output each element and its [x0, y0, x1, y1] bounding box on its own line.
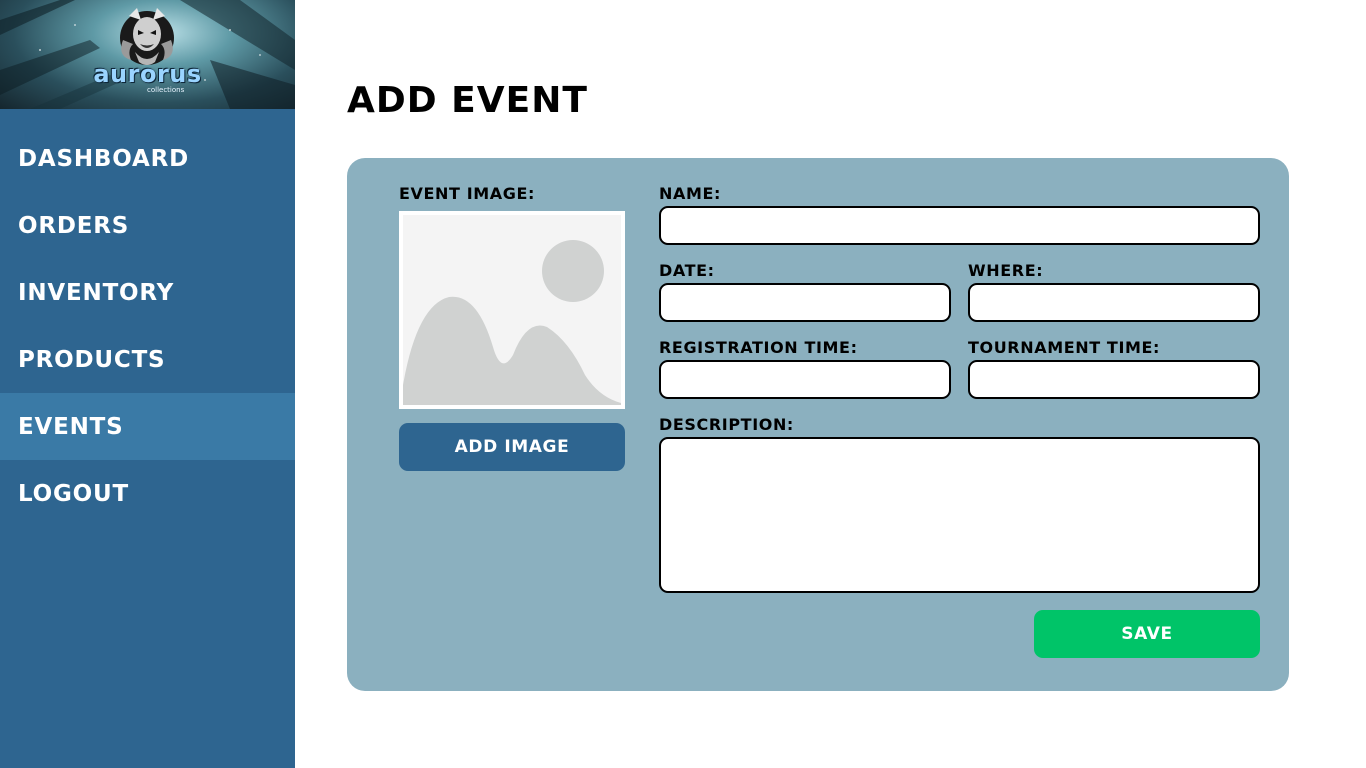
tournament-time-field[interactable] — [968, 360, 1260, 399]
sidebar-item-products[interactable]: PRODUCTS — [0, 326, 295, 393]
sidebar-item-orders[interactable]: ORDERS — [0, 192, 295, 259]
sidebar-item-events[interactable]: EVENTS — [0, 393, 295, 460]
sidebar: aurorus collections DASHBOARD ORDERS INV… — [0, 0, 295, 768]
where-label: WHERE: — [968, 261, 1044, 280]
event-image-label: EVENT IMAGE: — [399, 184, 536, 203]
sidebar-item-inventory[interactable]: INVENTORY — [0, 259, 295, 326]
registration-time-field[interactable] — [659, 360, 951, 399]
brand-logo[interactable]: aurorus collections — [0, 0, 295, 109]
add-image-button[interactable]: ADD IMAGE — [399, 423, 625, 471]
description-label: DESCRIPTION: — [659, 415, 794, 434]
date-label: DATE: — [659, 261, 715, 280]
brand-tagline: collections — [147, 86, 185, 94]
where-field[interactable] — [968, 283, 1260, 322]
event-image-preview — [399, 211, 625, 409]
sidebar-nav: DASHBOARD ORDERS INVENTORY PRODUCTS EVEN… — [0, 125, 295, 527]
save-button[interactable]: SAVE — [1034, 610, 1260, 658]
brand-name: aurorus — [93, 60, 202, 88]
date-field[interactable] — [659, 283, 951, 322]
page-title: ADD EVENT — [347, 80, 588, 121]
name-field[interactable] — [659, 206, 1260, 245]
sidebar-item-dashboard[interactable]: DASHBOARD — [0, 125, 295, 192]
add-event-form: EVENT IMAGE: ADD IMAGE NAME: DATE: WHERE… — [347, 158, 1289, 691]
name-label: NAME: — [659, 184, 722, 203]
sidebar-item-logout[interactable]: LOGOUT — [0, 460, 295, 527]
description-field[interactable] — [659, 437, 1260, 593]
image-placeholder-icon — [403, 215, 621, 405]
registration-time-label: REGISTRATION TIME: — [659, 338, 858, 357]
tournament-time-label: TOURNAMENT TIME: — [968, 338, 1161, 357]
